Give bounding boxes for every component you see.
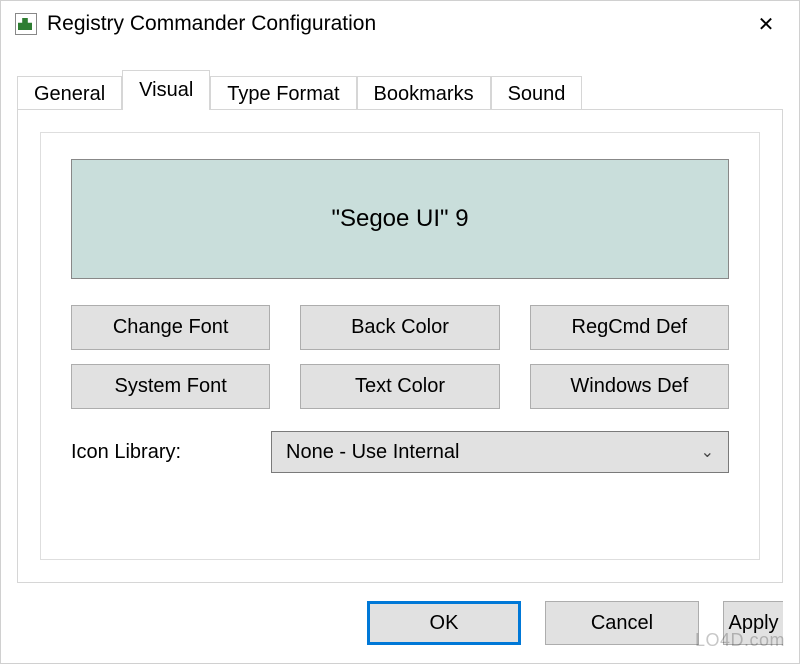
system-font-button[interactable]: System Font bbox=[71, 364, 270, 409]
ok-button[interactable]: OK bbox=[367, 601, 521, 645]
icon-library-value: None - Use Internal bbox=[286, 441, 459, 464]
back-color-button[interactable]: Back Color bbox=[300, 305, 499, 350]
close-button[interactable]: ✕ bbox=[743, 4, 789, 44]
text-color-button[interactable]: Text Color bbox=[300, 364, 499, 409]
font-preview-text: "Segoe UI" 9 bbox=[331, 205, 468, 233]
tab-strip: General Visual Type Format Bookmarks Sou… bbox=[17, 65, 783, 109]
regcmd-def-button[interactable]: RegCmd Def bbox=[530, 305, 729, 350]
title-bar: Registry Commander Configuration ✕ bbox=[1, 1, 799, 47]
visual-group: "Segoe UI" 9 Change Font Back Color RegC… bbox=[40, 132, 760, 560]
icon-library-label: Icon Library: bbox=[71, 441, 241, 464]
cancel-button[interactable]: Cancel bbox=[545, 601, 699, 645]
tab-sound[interactable]: Sound bbox=[491, 76, 583, 112]
window-title: Registry Commander Configuration bbox=[47, 12, 743, 36]
tab-visual[interactable]: Visual bbox=[122, 70, 210, 110]
windows-def-button[interactable]: Windows Def bbox=[530, 364, 729, 409]
tab-general[interactable]: General bbox=[17, 76, 122, 112]
chevron-down-icon: ⌄ bbox=[701, 442, 714, 462]
icon-library-combo[interactable]: None - Use Internal ⌄ bbox=[271, 431, 729, 473]
tab-bookmarks[interactable]: Bookmarks bbox=[357, 76, 491, 112]
button-row-1: Change Font Back Color RegCmd Def bbox=[71, 305, 729, 350]
app-icon bbox=[15, 13, 37, 35]
tab-type-format[interactable]: Type Format bbox=[210, 76, 356, 112]
client-area: General Visual Type Format Bookmarks Sou… bbox=[17, 65, 783, 583]
dialog-window: Registry Commander Configuration ✕ Gener… bbox=[0, 0, 800, 664]
tab-page-visual: "Segoe UI" 9 Change Font Back Color RegC… bbox=[17, 109, 783, 583]
icon-library-row: Icon Library: None - Use Internal ⌄ bbox=[71, 431, 729, 473]
button-row-2: System Font Text Color Windows Def bbox=[71, 364, 729, 409]
change-font-button[interactable]: Change Font bbox=[71, 305, 270, 350]
font-preview-panel: "Segoe UI" 9 bbox=[71, 159, 729, 279]
apply-button[interactable]: Apply bbox=[723, 601, 783, 645]
dialog-footer: OK Cancel Apply bbox=[1, 583, 799, 663]
